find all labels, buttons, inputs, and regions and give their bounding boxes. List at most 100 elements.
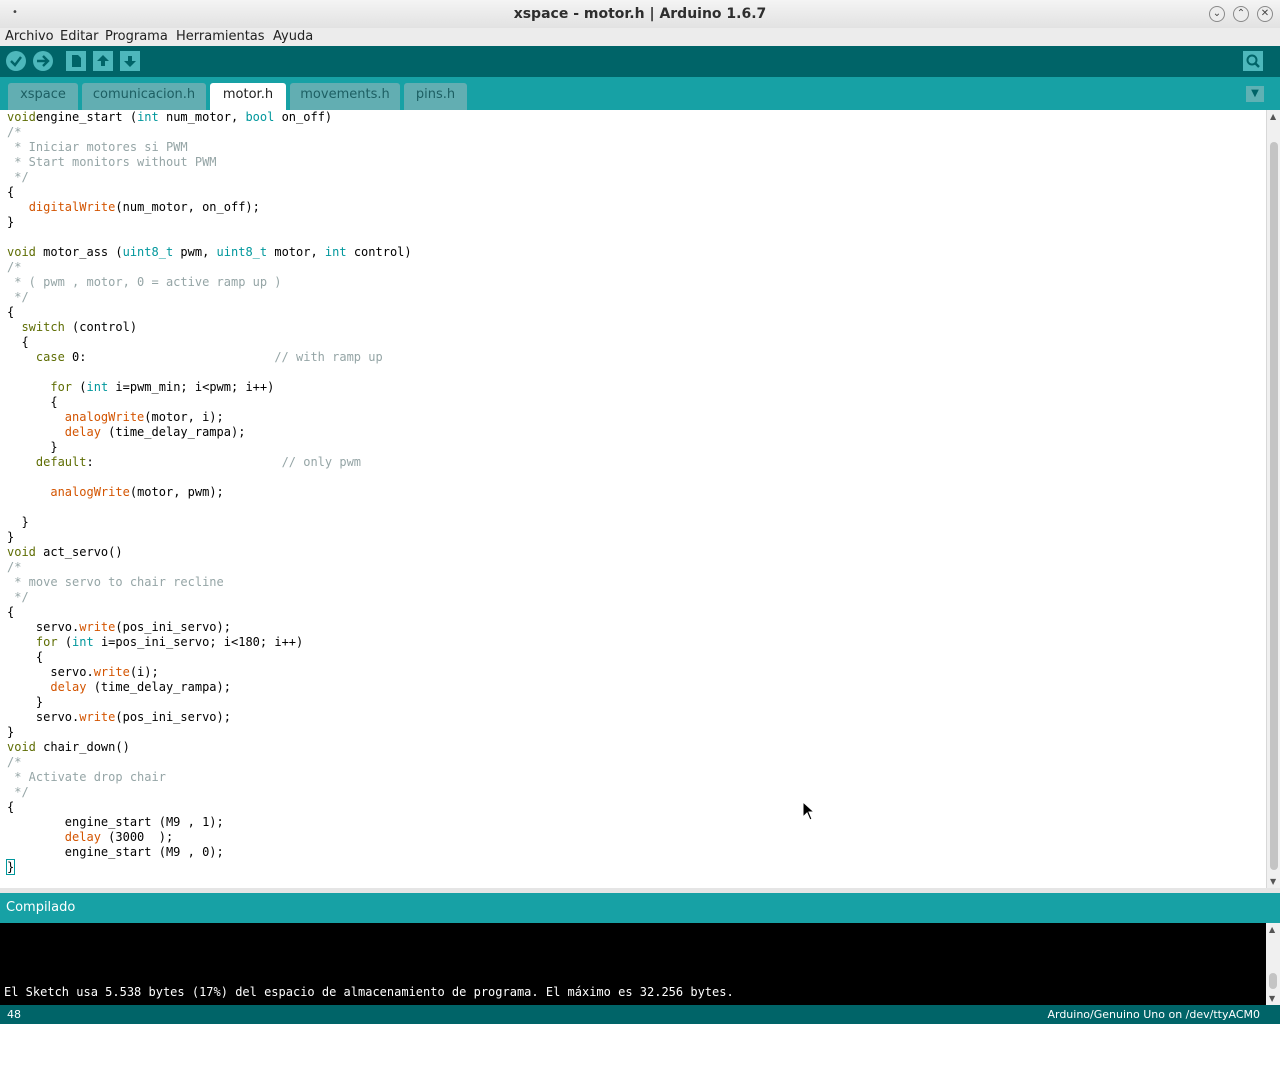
code-line[interactable]: { (7, 395, 1266, 410)
code-line[interactable] (7, 365, 1266, 380)
code-line[interactable]: void chair_down() (7, 740, 1266, 755)
tab-menu-icon[interactable]: ▼ (1246, 86, 1264, 102)
code-line[interactable]: */ (7, 590, 1266, 605)
code-line[interactable]: for (int i=pos_ini_servo; i<180; i++) (7, 635, 1266, 650)
editor-scrollbar[interactable]: ▲ ▼ (1266, 110, 1280, 888)
code-line[interactable] (7, 230, 1266, 245)
code-line[interactable]: case 0: // with ramp up (7, 350, 1266, 365)
code-line[interactable]: analogWrite(motor, pwm); (7, 485, 1266, 500)
code-token: } (7, 695, 44, 709)
code-token: // with ramp up (274, 350, 383, 364)
scroll-up-icon[interactable]: ▲ (1269, 925, 1275, 934)
close-icon[interactable]: ✕ (1257, 6, 1273, 22)
menu-ayuda[interactable]: Ayuda (273, 28, 313, 45)
code-line[interactable]: servo.write(i); (7, 665, 1266, 680)
code-line[interactable]: } (7, 725, 1266, 740)
code-line[interactable]: } (7, 530, 1266, 545)
upload-icon[interactable] (33, 51, 53, 71)
code-line[interactable]: delay (time_delay_rampa); (7, 680, 1266, 695)
code-line[interactable]: switch (control) (7, 320, 1266, 335)
console-scroll-thumb[interactable] (1269, 973, 1277, 989)
code-line[interactable] (7, 470, 1266, 485)
code-line[interactable]: { (7, 650, 1266, 665)
code-line[interactable]: */ (7, 290, 1266, 305)
code-line[interactable] (7, 500, 1266, 515)
code-line[interactable]: /* (7, 560, 1266, 575)
code-text[interactable]: voidengine_start (int num_motor, bool on… (0, 110, 1266, 875)
tab-movements[interactable]: movements.h (290, 83, 400, 110)
code-line[interactable]: } (7, 695, 1266, 710)
code-line[interactable]: analogWrite(motor, i); (7, 410, 1266, 425)
code-line[interactable]: */ (7, 785, 1266, 800)
tab-pins[interactable]: pins.h (404, 83, 467, 110)
code-line[interactable]: digitalWrite(num_motor, on_off); (7, 200, 1266, 215)
code-line[interactable]: delay (time_delay_rampa); (7, 425, 1266, 440)
code-line[interactable]: { (7, 185, 1266, 200)
code-line[interactable]: } (7, 440, 1266, 455)
code-line[interactable]: void motor_ass (uint8_t pwm, uint8_t mot… (7, 245, 1266, 260)
code-line[interactable]: { (7, 800, 1266, 815)
menu-programa[interactable]: Programa (105, 28, 168, 45)
menu-herramientas[interactable]: Herramientas (176, 28, 265, 45)
new-icon[interactable] (66, 51, 86, 71)
code-line[interactable]: * Activate drop chair (7, 770, 1266, 785)
open-icon[interactable] (93, 51, 113, 71)
code-line[interactable]: engine_start (M9 , 1); (7, 815, 1266, 830)
code-token: void (7, 740, 36, 754)
code-line[interactable]: */ (7, 170, 1266, 185)
code-line[interactable]: default: // only pwm (7, 455, 1266, 470)
code-line[interactable]: } (7, 215, 1266, 230)
code-token: switch (21, 320, 65, 334)
code-line[interactable]: /* (7, 755, 1266, 770)
code-line[interactable]: delay (3000 ); (7, 830, 1266, 845)
code-line[interactable]: /* (7, 125, 1266, 140)
code-line[interactable]: { (7, 305, 1266, 320)
code-token: pwm, (173, 245, 217, 259)
scroll-up-icon[interactable]: ▲ (1270, 112, 1276, 121)
code-line[interactable]: for (int i=pwm_min; i<pwm; i++) (7, 380, 1266, 395)
code-token: */ (7, 785, 29, 799)
code-token: act_servo() (35, 545, 123, 559)
code-line[interactable]: { (7, 335, 1266, 350)
code-line[interactable]: servo.write(pos_ini_servo); (7, 710, 1266, 725)
code-token: write (79, 620, 116, 634)
verify-icon[interactable] (6, 51, 26, 71)
tab-comunicacion[interactable]: comunicacion.h (82, 83, 206, 110)
code-line[interactable]: /* (7, 260, 1266, 275)
code-line[interactable]: { (7, 605, 1266, 620)
save-icon[interactable] (120, 51, 140, 71)
minimize-icon[interactable]: ⌄ (1209, 6, 1225, 22)
maximize-icon[interactable]: ⌃ (1233, 6, 1249, 22)
editor-scroll-thumb[interactable] (1270, 142, 1278, 870)
code-line[interactable]: void act_servo() (7, 545, 1266, 560)
code-line[interactable]: } (7, 515, 1266, 530)
code-token: { (7, 650, 44, 664)
code-line[interactable]: * Iniciar motores si PWM (7, 140, 1266, 155)
code-line[interactable]: } (5, 859, 1266, 875)
code-token: int (72, 635, 94, 649)
console-line: El Sketch usa 5.538 bytes (17%) del espa… (4, 985, 734, 999)
code-line[interactable]: * move servo to chair recline (7, 575, 1266, 590)
code-line[interactable]: * Start monitors without PWM (7, 155, 1266, 170)
console-scrollbar[interactable]: ▲ ▼ (1266, 923, 1280, 1005)
menu-archivo[interactable]: Archivo (5, 28, 54, 45)
menu-editar[interactable]: Editar (60, 28, 99, 45)
tab-xspace[interactable]: xspace (8, 83, 78, 110)
scroll-down-icon[interactable]: ▼ (1270, 877, 1276, 886)
magnifier-icon[interactable] (1243, 51, 1263, 71)
code-line[interactable]: * ( pwm , motor, 0 = active ramp up ) (7, 275, 1266, 290)
code-editor[interactable]: voidengine_start (int num_motor, bool on… (0, 110, 1266, 888)
tab-motor[interactable]: motor.h (210, 83, 286, 110)
title-bar: • xspace - motor.h | Arduino 1.6.7 ⌄ ⌃ ✕ (0, 0, 1280, 29)
code-line[interactable]: voidengine_start (int num_motor, bool on… (7, 110, 1266, 125)
code-token: digitalWrite (28, 200, 116, 214)
code-token: on_off) (274, 110, 333, 124)
console-output[interactable]: El Sketch usa 5.538 bytes (17%) del espa… (0, 923, 1266, 1044)
code-token: (num_motor, on_off); (115, 200, 260, 214)
code-line[interactable]: engine_start (M9 , 0); (7, 845, 1266, 860)
code-token: chair_down() (35, 740, 130, 754)
scroll-down-icon[interactable]: ▼ (1269, 994, 1275, 1003)
code-line[interactable]: servo.write(pos_ini_servo); (7, 620, 1266, 635)
